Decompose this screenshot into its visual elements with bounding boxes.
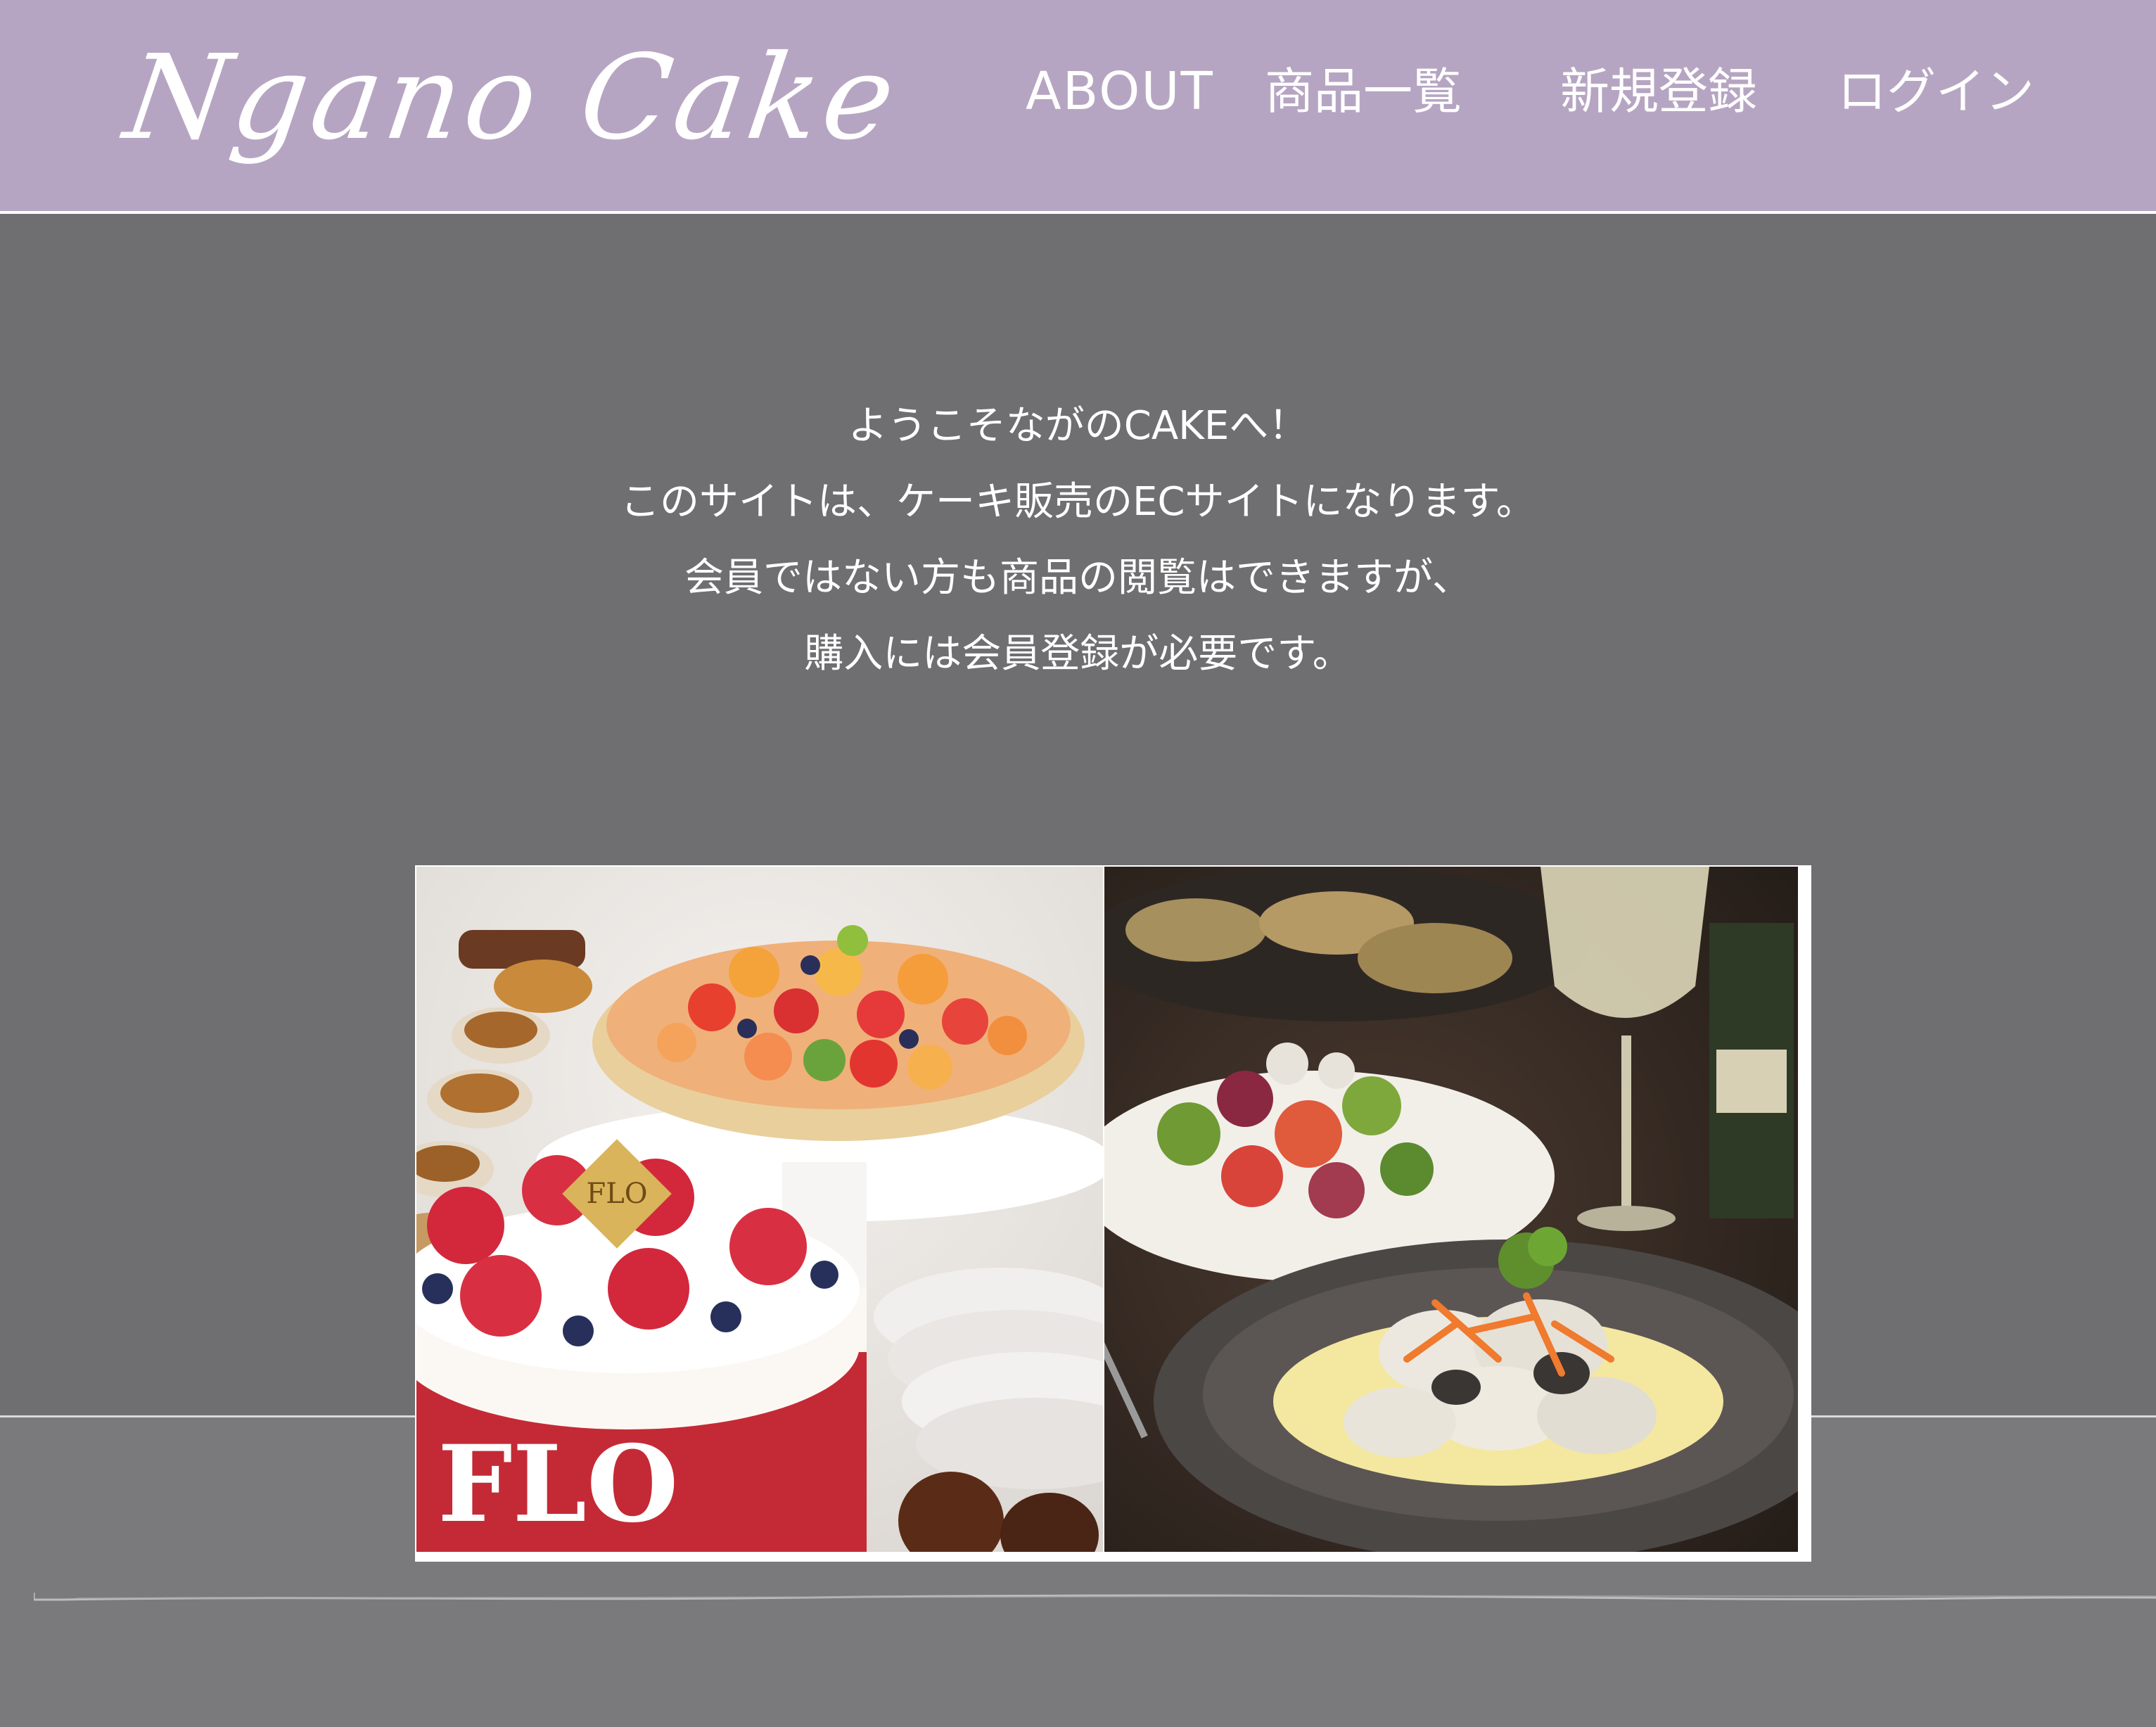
nav-products-link[interactable]: 商品一覧 [1265, 49, 1462, 134]
cake-photo-icon: FLO FLO [416, 867, 1103, 1552]
dish-photo-icon [1104, 867, 1798, 1552]
nav-signup-link[interactable]: 新規登録 [1560, 49, 1757, 134]
cake-band-text: FLO [438, 1422, 679, 1546]
welcome-line: 購入には会員登録が必要です。 [804, 631, 1352, 677]
site-logo[interactable]: Ngano Cake [116, 21, 908, 176]
welcome-message: ようこそながのCAKEへ！ このサイトは、ケーキ販売のECサイトになります。 会… [0, 388, 2156, 692]
welcome-line: 会員ではない方も商品の閲覧はできますが、 [684, 555, 1472, 601]
hero-image: FLO FLO [415, 865, 1811, 1562]
welcome-line: このサイトは、ケーキ販売のECサイトになります。 [620, 479, 1536, 525]
cake-logo-text: FLO [586, 1178, 647, 1210]
hand-drawn-divider [34, 1593, 2156, 1601]
site-header: Ngano Cake ABOUT 商品一覧 新規登録 ログイン [0, 0, 2156, 214]
nav-about-link[interactable]: ABOUT [1026, 49, 1214, 134]
nav-login-link[interactable]: ログイン [1837, 49, 2034, 134]
welcome-line: ようこそながのCAKEへ！ [848, 403, 1308, 449]
